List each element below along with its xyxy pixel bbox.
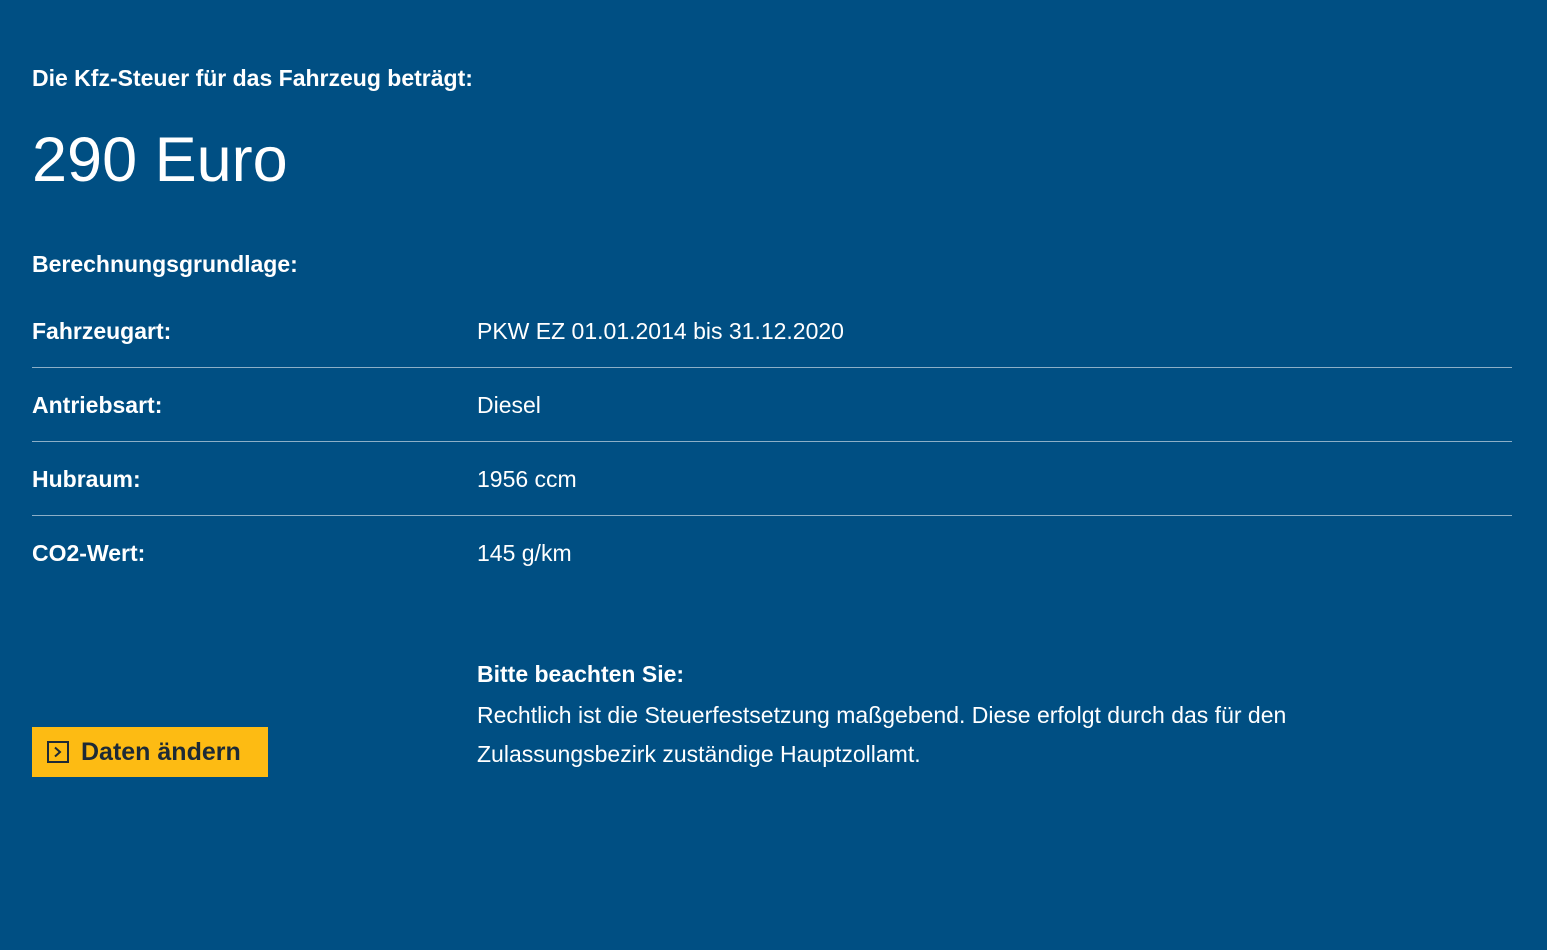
- detail-label: CO2-Wert:: [32, 540, 146, 566]
- tax-amount: 290 Euro: [32, 125, 288, 195]
- detail-row-displacement: Hubraum: 1956 ccm: [32, 442, 1512, 516]
- calculation-basis-heading: Berechnungsgrundlage:: [32, 251, 298, 277]
- detail-value: Diesel: [477, 392, 541, 418]
- detail-value: 1956 ccm: [477, 466, 577, 492]
- result-intro: Die Kfz-Steuer für das Fahrzeug beträgt:: [32, 65, 473, 91]
- tax-result-panel: Die Kfz-Steuer für das Fahrzeug beträgt:…: [32, 0, 1512, 950]
- calculation-details-table: Fahrzeugart: PKW EZ 01.01.2014 bis 31.12…: [32, 294, 1512, 589]
- detail-value: PKW EZ 01.01.2014 bis 31.12.2020: [477, 318, 844, 344]
- notice-title: Bitte beachten Sie:: [477, 661, 685, 687]
- detail-value: 145 g/km: [477, 540, 572, 566]
- change-data-label: Daten ändern: [81, 738, 241, 766]
- detail-row-co2: CO2-Wert: 145 g/km: [32, 516, 1512, 589]
- chevron-right-box-icon: [47, 741, 69, 763]
- detail-label: Hubraum:: [32, 466, 141, 492]
- detail-label: Antriebsart:: [32, 392, 163, 418]
- legal-notice: Bitte beachten Sie: Rechtlich ist die St…: [477, 658, 1437, 774]
- detail-row-vehicle-type: Fahrzeugart: PKW EZ 01.01.2014 bis 31.12…: [32, 294, 1512, 368]
- detail-label: Fahrzeugart:: [32, 318, 172, 344]
- change-data-button[interactable]: Daten ändern: [32, 727, 268, 777]
- detail-row-drive-type: Antriebsart: Diesel: [32, 368, 1512, 442]
- notice-text: Rechtlich ist die Steuerfestsetzung maßg…: [477, 702, 1287, 767]
